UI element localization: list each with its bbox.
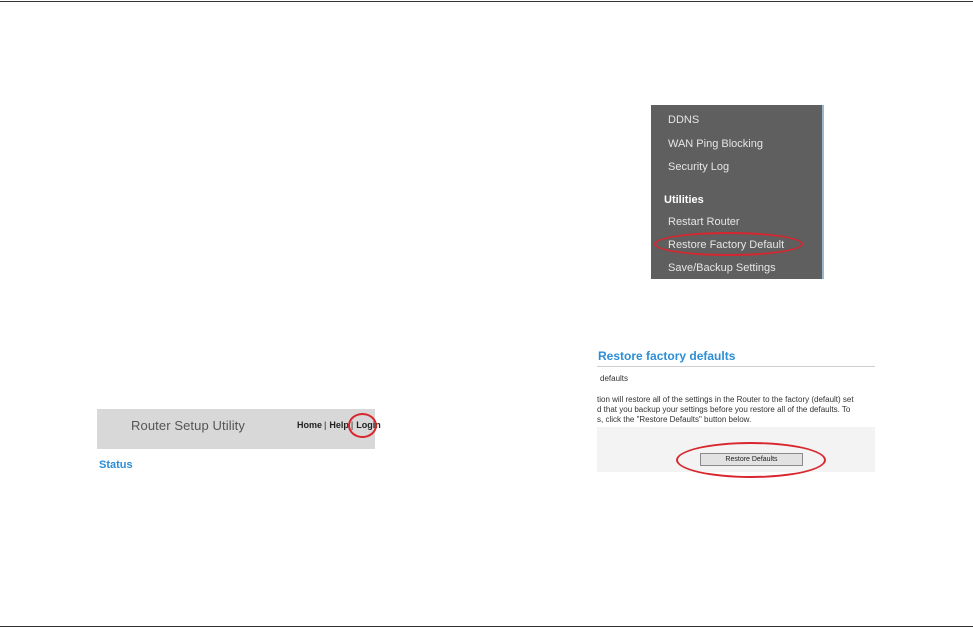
nav-separator: |: [324, 420, 327, 430]
nav-login-link[interactable]: Login: [356, 420, 381, 430]
router-header-bar: Router Setup Utility Home | Help | Login: [97, 409, 381, 449]
sidebar-menu: DDNS WAN Ping Blocking Security Log Util…: [651, 105, 824, 279]
menu-item-restore-factory-default[interactable]: Restore Factory Default: [668, 239, 784, 251]
restore-defaults-button[interactable]: Restore Defaults: [700, 453, 803, 466]
menu-item-security-log[interactable]: Security Log: [668, 161, 729, 173]
title-divider: [597, 366, 875, 367]
menu-item-save-backup-settings[interactable]: Save/Backup Settings: [668, 262, 776, 274]
menu-item-ddns[interactable]: DDNS: [668, 114, 699, 126]
nav-help-link[interactable]: Help: [329, 420, 349, 430]
restore-description: tion will restore all of the settings in…: [597, 395, 875, 425]
description-line: d that you backup your settings before y…: [597, 405, 851, 414]
menu-item-restart-router[interactable]: Restart Router: [668, 216, 740, 228]
menu-section-utilities: Utilities: [664, 194, 704, 206]
router-title: Router Setup Utility: [131, 418, 245, 433]
restore-subtitle: defaults: [600, 374, 629, 383]
nav-separator: |: [350, 420, 354, 430]
status-heading: Status: [99, 459, 133, 471]
description-line: s, click the "Restore Defaults" button b…: [597, 415, 752, 424]
nav-home-link[interactable]: Home: [297, 420, 322, 430]
restore-page-title: Restore factory defaults: [598, 349, 736, 363]
description-line: tion will restore all of the settings in…: [597, 395, 854, 404]
header-nav: Home | Help | Login: [297, 420, 381, 430]
menu-item-wan-ping-blocking[interactable]: WAN Ping Blocking: [668, 138, 763, 150]
restore-defaults-panel: Restore factory defaults defaults tion w…: [597, 349, 875, 472]
top-divider: [0, 1, 973, 2]
